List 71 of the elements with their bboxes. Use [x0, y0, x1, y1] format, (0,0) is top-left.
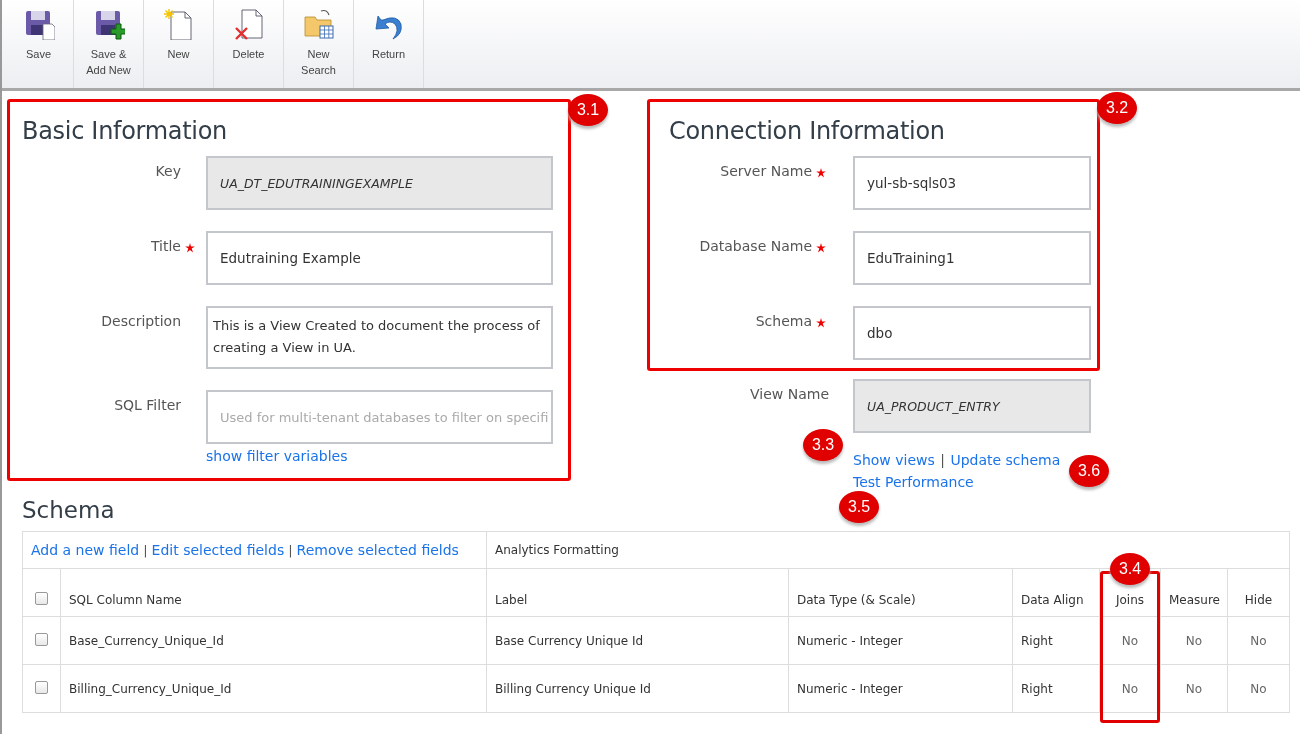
- toolbar-button[interactable]: Save & Add New: [74, 0, 144, 88]
- column-header[interactable]: Data Type (& Scale): [797, 592, 916, 607]
- new-page-icon: [162, 8, 195, 40]
- toolbar-button[interactable]: Delete: [214, 0, 284, 88]
- link[interactable]: Edit selected fields: [151, 542, 285, 558]
- column-header[interactable]: Hide: [1244, 592, 1273, 607]
- field-label: View Name: [750, 385, 829, 402]
- link[interactable]: Test Performance: [853, 474, 974, 490]
- table-cell: No: [1185, 633, 1203, 648]
- required-icon: [816, 318, 826, 328]
- toolbar-button[interactable]: Return: [354, 0, 424, 88]
- input-field[interactable]: yul-sb-sqls03: [853, 156, 1091, 210]
- page-with-cross-icon: [232, 8, 265, 40]
- step-badge: 3.4: [1110, 553, 1150, 585]
- table-cell: No: [1121, 633, 1139, 648]
- step-badge: 3.3: [803, 429, 843, 461]
- step-badge: 3.5: [839, 491, 879, 523]
- field-label: Database Name: [699, 237, 812, 254]
- step-badge: 3.6: [1069, 455, 1109, 487]
- folder-table-icon: [302, 8, 335, 40]
- toolbar-button[interactable]: New Search: [284, 0, 354, 88]
- field-label: Title: [151, 237, 181, 254]
- text-area[interactable]: This is a View Created to document the process of creating a View in UA.: [206, 306, 553, 369]
- table-cell: Right: [1021, 633, 1053, 648]
- link[interactable]: Show views: [853, 452, 935, 468]
- separator-text: |: [940, 452, 945, 468]
- column-header[interactable]: Label: [495, 592, 528, 607]
- table-cell: No: [1250, 633, 1267, 648]
- link[interactable]: Update schema: [950, 452, 1061, 468]
- table-cell: Numeric - Integer: [797, 633, 903, 648]
- table-cell: No: [1250, 681, 1267, 696]
- table-cell: Base Currency Unique Id: [495, 633, 644, 648]
- field-label: Description: [101, 312, 181, 329]
- checkbox[interactable]: [35, 632, 48, 646]
- field-label: Server Name: [720, 162, 812, 179]
- table-cell: Base_Currency_Unique_Id: [69, 633, 224, 648]
- input-field[interactable]: dbo: [853, 306, 1091, 360]
- table-cell: Numeric - Integer: [797, 681, 903, 696]
- step-badge: 3.2: [1097, 92, 1137, 124]
- table-cell: Right: [1021, 681, 1053, 696]
- step-badge: 3.1: [568, 94, 608, 126]
- field-label: SQL Filter: [114, 396, 181, 413]
- placeholder-text: Used for multi-tenant databases to filter on specifi: [220, 409, 549, 425]
- link[interactable]: Remove selected fields: [296, 542, 459, 558]
- link[interactable]: Add a new field: [31, 542, 140, 558]
- link[interactable]: show filter variables: [206, 448, 348, 464]
- field-label: Schema: [755, 312, 812, 329]
- toolbar-button[interactable]: New: [144, 0, 214, 88]
- table-cell: No: [1121, 681, 1139, 696]
- checkbox[interactable]: [35, 591, 48, 605]
- required-icon: [185, 243, 195, 253]
- table-cell: Billing Currency Unique Id: [495, 681, 651, 696]
- field-label: Key: [155, 162, 181, 179]
- separator-text: |: [288, 543, 293, 558]
- input-field[interactable]: Edutraining Example: [206, 231, 553, 285]
- toolbar-button[interactable]: Save: [4, 0, 74, 88]
- input-field[interactable]: EduTraining1: [853, 231, 1091, 285]
- required-icon: [816, 168, 826, 178]
- group-label: Analytics Formatting: [495, 543, 619, 557]
- separator-text: |: [143, 543, 148, 558]
- input-field[interactable]: UA_DT_EDUTRAININGEXAMPLE: [206, 156, 553, 210]
- table-cell: Billing_Currency_Unique_Id: [69, 681, 232, 696]
- section-title: Schema: [22, 496, 115, 525]
- column-header[interactable]: SQL Column Name: [69, 592, 182, 607]
- input-field[interactable]: UA_PRODUCT_ENTRY: [853, 379, 1091, 433]
- section-title: Connection Information: [669, 116, 946, 146]
- section-title: Basic Information: [22, 116, 228, 146]
- required-icon: [816, 243, 826, 253]
- table-cell: No: [1185, 681, 1203, 696]
- column-header[interactable]: Joins: [1115, 592, 1145, 607]
- checkbox[interactable]: [35, 680, 48, 694]
